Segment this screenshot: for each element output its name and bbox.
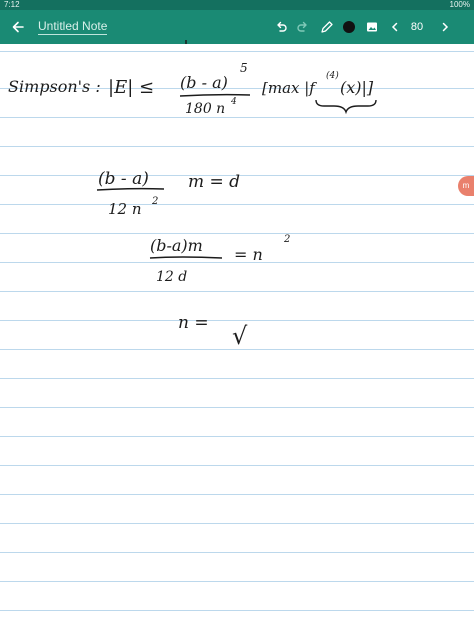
- line1-bracket-tail: (x)|]: [340, 78, 374, 97]
- line1-exponent: 5: [240, 61, 248, 75]
- handwriting-layer: Simpson's : |E| ≤ (b - a) 5 180 n 4 [max…: [8, 40, 377, 350]
- line2-denominator-exp: 2: [151, 196, 158, 207]
- line2-numerator: (b - a): [98, 169, 149, 189]
- sqrt-symbol: √: [232, 322, 248, 350]
- line3-rhs-exp: 2: [283, 234, 290, 245]
- line2-rhs: m = d: [188, 172, 240, 192]
- line3-denominator: 12 d: [156, 269, 187, 285]
- line1-fraction-bar: [179, 93, 251, 97]
- error-bound-lhs: |E| ≤: [108, 77, 154, 98]
- line4-lhs: n =: [178, 313, 209, 333]
- line1-numerator: (b - a): [180, 73, 228, 92]
- line2-fraction-bar: [96, 187, 165, 191]
- line2-denominator: 12 n: [108, 200, 142, 218]
- line1-derivative-order: (4): [326, 70, 339, 81]
- underbrace-stroke: [315, 99, 377, 115]
- line1-denominator-exp: 4: [230, 97, 237, 107]
- line3-fraction-bar: [149, 256, 223, 259]
- line1-bracket-expr: [max |f: [262, 79, 317, 97]
- line3-numerator: (b-a)m: [150, 236, 203, 255]
- line1-denominator: 180 n: [185, 101, 225, 117]
- line3-rhs: = n: [234, 245, 263, 264]
- simpsons-label: Simpson's :: [8, 77, 101, 96]
